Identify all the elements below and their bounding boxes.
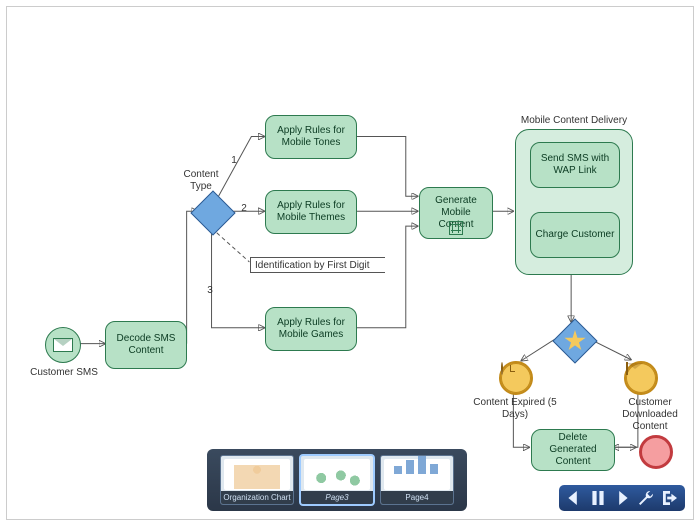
bpmn-canvas[interactable]: Customer SMS Decode SMS Content Content … (7, 7, 693, 519)
task-label: Delete Generated Content (536, 432, 610, 468)
clock-icon (501, 362, 503, 375)
diagram-frame: Customer SMS Decode SMS Content Content … (6, 6, 694, 520)
task-delete-content[interactable]: Delete Generated Content (531, 429, 615, 471)
pause-icon (591, 491, 605, 505)
subprocess-title: Mobile Content Delivery (516, 115, 632, 126)
intermediate-event-timer[interactable] (499, 361, 533, 395)
branch-label-1: 1 (229, 155, 239, 167)
page-tray: Organization Chart Page3 Page4 (207, 449, 467, 511)
arrow-right-icon (615, 491, 629, 505)
thumb-preview (304, 459, 370, 490)
task-label: Send SMS with WAP Link (535, 153, 615, 177)
slide-thumb-page4[interactable]: Page4 (380, 455, 454, 505)
settings-button[interactable] (635, 488, 657, 508)
nav-pause-button[interactable] (587, 488, 609, 508)
slide-caption: Organization Chart (221, 491, 293, 504)
intermediate-event-message[interactable] (624, 361, 658, 395)
annotation-first-digit: Identification by First Digit (250, 257, 385, 273)
task-send-sms-wap[interactable]: Send SMS with WAP Link (530, 142, 620, 188)
task-decode-sms[interactable]: Decode SMS Content (105, 321, 187, 369)
message-event-label: Customer Downloaded Content (611, 397, 689, 433)
slide-caption: Page4 (381, 491, 453, 504)
task-label: Decode SMS Content (110, 333, 182, 357)
task-label: Apply Rules for Mobile Themes (270, 200, 352, 224)
nav-toolbar (559, 485, 685, 511)
task-rules-themes[interactable]: Apply Rules for Mobile Themes (265, 190, 357, 234)
task-generate-content[interactable]: Generate Mobile Content (419, 187, 493, 239)
thumb-preview (224, 459, 290, 490)
task-label: Apply Rules for Mobile Games (270, 317, 352, 341)
gateway-content-type[interactable] (190, 190, 235, 235)
thumb-preview (384, 459, 450, 490)
task-rules-tones[interactable]: Apply Rules for Mobile Tones (265, 115, 357, 159)
wrench-icon (639, 491, 653, 505)
task-label: Charge Customer (536, 229, 615, 241)
nav-next-button[interactable] (611, 488, 633, 508)
slide-thumb-page3[interactable]: Page3 (300, 455, 374, 505)
branch-label-2: 2 (239, 203, 249, 215)
arrow-left-icon (567, 491, 581, 505)
start-event-customer-sms[interactable] (45, 327, 81, 363)
task-rules-games[interactable]: Apply Rules for Mobile Games (265, 307, 357, 351)
slide-caption: Page3 (301, 491, 373, 504)
gateway-event-based[interactable] (552, 318, 597, 363)
subprocess-mobile-content-delivery[interactable]: Mobile Content Delivery Send SMS with WA… (515, 129, 633, 275)
subprocess-marker-icon (449, 221, 463, 235)
task-charge-customer[interactable]: Charge Customer (530, 212, 620, 258)
gateway-label: Content Type (177, 169, 225, 193)
annotation-text: Identification by First Digit (255, 260, 370, 271)
start-event-label: Customer SMS (25, 367, 103, 379)
exit-icon (663, 491, 677, 505)
exit-button[interactable] (659, 488, 681, 508)
end-event[interactable] (639, 435, 673, 469)
slide-thumb-org-chart[interactable]: Organization Chart (220, 455, 294, 505)
branch-label-3: 3 (205, 285, 215, 297)
envelope-icon (626, 362, 628, 375)
timer-event-label: Content Expired (5 Days) (471, 397, 559, 421)
envelope-icon (53, 338, 73, 352)
nav-prev-button[interactable] (563, 488, 585, 508)
star-icon (564, 330, 586, 352)
task-label: Apply Rules for Mobile Tones (270, 125, 352, 149)
